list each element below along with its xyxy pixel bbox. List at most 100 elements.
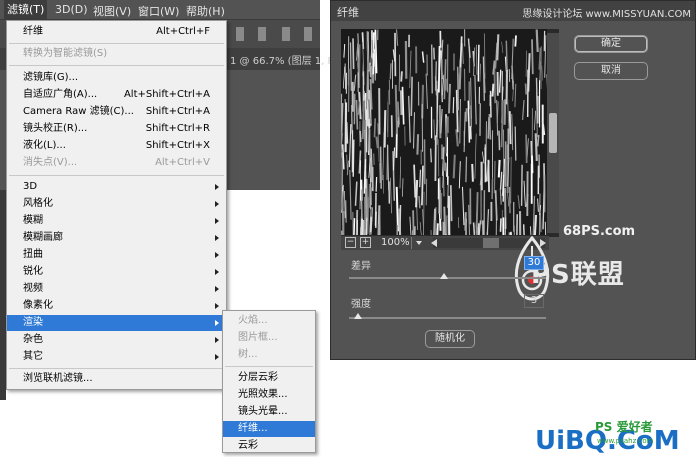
- menu-help[interactable]: 帮助(H): [186, 3, 225, 19]
- submenu-arrow-icon: [215, 286, 219, 292]
- align-icon[interactable]: [236, 27, 244, 41]
- fiber-strand: [423, 191, 425, 234]
- submenu-item-label: 镜头光晕...: [238, 406, 288, 417]
- cancel-button[interactable]: 取消: [574, 62, 648, 80]
- scroll-left-icon[interactable]: [431, 239, 437, 247]
- submenu-item-lighting-effects[interactable]: 光照效果...: [223, 387, 315, 403]
- submenu-item-fibers[interactable]: 纤维...: [223, 421, 315, 437]
- menu-item-stylize[interactable]: 风格化: [7, 196, 226, 212]
- menu-item-noise[interactable]: 杂色: [7, 332, 226, 348]
- strength-slider-track[interactable]: [349, 317, 546, 319]
- submenu-item-lens-flare[interactable]: 镜头光晕...: [223, 404, 315, 420]
- zoom-out-button[interactable]: −: [345, 237, 356, 248]
- variance-slider-knob[interactable]: [440, 273, 448, 279]
- fibers-preview[interactable]: [341, 29, 559, 237]
- variance-input[interactable]: 30: [524, 256, 544, 270]
- fiber-strand: [445, 234, 447, 235]
- submenu-item-flame[interactable]: 火焰...: [223, 313, 315, 329]
- zoom-dropdown-icon[interactable]: [411, 237, 427, 249]
- menu-item-label: 消失点(V)...: [23, 157, 78, 168]
- menu-item-3d[interactable]: 3D: [7, 179, 226, 195]
- fiber-strand: [465, 156, 468, 183]
- menu-item-shortcut: Shift+Ctrl+X: [145, 140, 210, 151]
- dialog-title-bar[interactable]: 纤维 思缘设计论坛 www.MISSYUAN.COM: [331, 1, 695, 21]
- fiber-strand: [416, 134, 420, 155]
- menu-item-shortcut: Alt+Ctrl+V: [155, 157, 210, 168]
- menu-item-video[interactable]: 视频: [7, 281, 226, 297]
- menu-item-pixelate[interactable]: 像素化: [7, 298, 226, 314]
- submenu-arrow-icon: [215, 235, 219, 241]
- distribute-icon[interactable]: [304, 27, 312, 41]
- submenu-item-tree[interactable]: 树...: [223, 347, 315, 363]
- fiber-strand: [525, 134, 528, 164]
- fiber-strand: [355, 99, 359, 130]
- menu-item-liquify[interactable]: 液化(L)... Shift+Ctrl+X: [7, 138, 226, 154]
- menu-item-label: 液化(L)...: [23, 140, 66, 151]
- ok-button[interactable]: 确定: [574, 35, 648, 53]
- fiber-strand: [498, 130, 501, 151]
- strength-slider-knob[interactable]: [354, 313, 362, 319]
- menu-item-sharpen[interactable]: 锐化: [7, 264, 226, 280]
- submenu-arrow-icon: [215, 201, 219, 207]
- strength-input[interactable]: 3: [524, 294, 544, 308]
- menu-filter[interactable]: 滤镜(T): [4, 0, 48, 20]
- submenu-item-label: 分层云彩: [238, 372, 278, 383]
- fiber-strand: [510, 156, 512, 204]
- zoom-level: 100%: [381, 237, 410, 248]
- fiber-strand: [375, 136, 379, 149]
- menu-separator: [9, 43, 224, 44]
- menu-item-blur-gallery[interactable]: 模糊画廊: [7, 230, 226, 246]
- fiber-strand: [419, 169, 422, 188]
- menu-item-distort[interactable]: 扭曲: [7, 247, 226, 263]
- fiber-strand: [489, 90, 492, 118]
- align-icon[interactable]: [258, 27, 266, 41]
- watermark-site: 68PS.com: [563, 224, 636, 239]
- menu-item-other[interactable]: 其它: [7, 349, 226, 365]
- menu-item-adaptive-wide-angle[interactable]: 自适应广角(A)... Alt+Shift+Ctrl+A: [7, 87, 226, 103]
- distribute-icon[interactable]: [282, 27, 290, 41]
- menu-item-browse-online[interactable]: 浏览联机滤镜...: [7, 371, 226, 387]
- fiber-strand: [508, 111, 512, 145]
- menu-bar: 滤镜(T) 3D(D) 视图(V) 窗口(W) 帮助(H): [0, 0, 320, 20]
- scrollbar-thumb[interactable]: [549, 113, 557, 153]
- menu-item-shortcut: Shift+Ctrl+R: [145, 123, 210, 134]
- fiber-strand: [483, 72, 486, 94]
- menu-item-label: 浏览联机滤镜...: [23, 373, 93, 384]
- menu-item-label: 其它: [23, 351, 43, 362]
- fiber-strand: [362, 219, 365, 235]
- fiber-strand: [452, 97, 455, 114]
- menu-view[interactable]: 视图(V): [93, 3, 131, 19]
- submenu-item-difference-clouds[interactable]: 分层云彩: [223, 370, 315, 386]
- menu-item-lens-correction[interactable]: 镜头校正(R)... Shift+Ctrl+R: [7, 121, 226, 137]
- fiber-strand: [514, 35, 517, 47]
- menu-item-label: 3D: [23, 181, 38, 192]
- fiber-strand: [431, 44, 433, 94]
- menu-item-filter-gallery[interactable]: 滤镜库(G)...: [7, 70, 226, 86]
- scrollbar-thumb[interactable]: [483, 238, 499, 248]
- menu-item-last-filter[interactable]: 纤维 Alt+Ctrl+F: [7, 24, 226, 40]
- fiber-strand: [442, 159, 446, 171]
- menu-item-vanishing-point[interactable]: 消失点(V)... Alt+Ctrl+V: [7, 155, 226, 171]
- fiber-strand: [459, 98, 461, 144]
- fiber-strand: [421, 165, 424, 206]
- menu-3d[interactable]: 3D(D): [55, 3, 88, 16]
- fiber-strand: [477, 44, 480, 82]
- menu-item-convert-smart-filter[interactable]: 转换为智能滤镜(S): [7, 46, 226, 62]
- preview-vertical-scrollbar[interactable]: [547, 33, 559, 233]
- submenu-item-clouds[interactable]: 云彩: [223, 438, 315, 454]
- submenu-item-picture-frame[interactable]: 图片框...: [223, 330, 315, 346]
- menu-item-blur[interactable]: 模糊: [7, 213, 226, 229]
- render-submenu: 火焰... 图片框... 树... 分层云彩 光照效果... 镜头光晕... 纤…: [222, 310, 316, 453]
- menu-item-label: 转换为智能滤镜(S): [23, 48, 108, 59]
- menu-separator: [9, 368, 224, 369]
- menu-window[interactable]: 窗口(W): [138, 3, 179, 19]
- fiber-strand: [410, 76, 413, 117]
- fiber-strand: [497, 159, 501, 178]
- menu-item-camera-raw[interactable]: Camera Raw 滤镜(C)... Shift+Ctrl+A: [7, 104, 226, 120]
- zoom-in-button[interactable]: +: [360, 237, 371, 248]
- randomize-button[interactable]: 随机化: [425, 330, 475, 348]
- menu-item-render[interactable]: 渲染: [7, 315, 226, 331]
- fiber-strand: [347, 68, 350, 112]
- fiber-strand: [469, 126, 472, 140]
- fiber-strand: [365, 217, 368, 235]
